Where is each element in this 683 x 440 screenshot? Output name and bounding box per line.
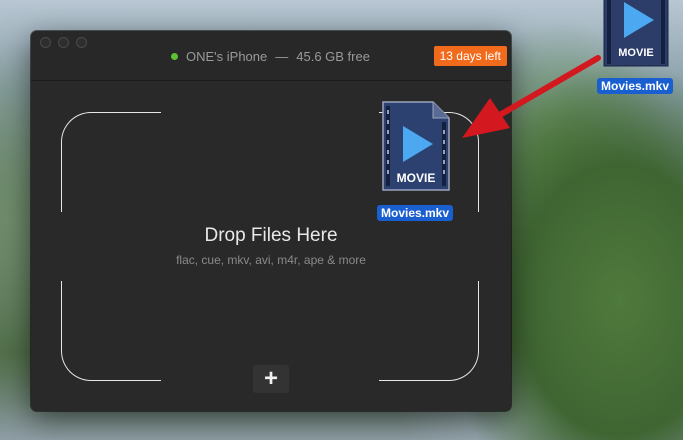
annotation-arrow-icon <box>462 55 601 138</box>
